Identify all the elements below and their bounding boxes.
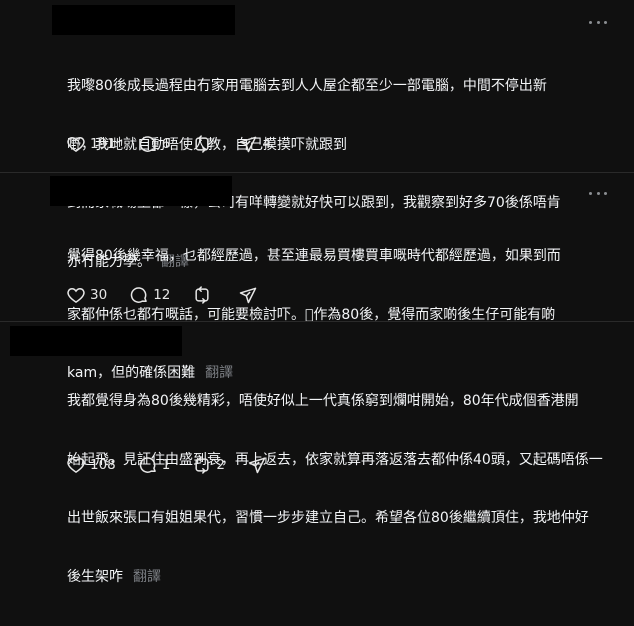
comment-icon: [139, 457, 156, 473]
like-count: 30: [90, 287, 108, 303]
heart-icon: [67, 287, 85, 303]
redacted-author: [10, 326, 182, 356]
post-line: 我都覺得身為80後幾精彩，唔使好似上一代真係窮到爛咁開始，80年代成個香港開: [67, 393, 579, 409]
reply-button[interactable]: 1: [138, 455, 171, 475]
comment-icon: [130, 287, 148, 303]
share-button[interactable]: [238, 285, 262, 305]
like-button[interactable]: 30: [66, 285, 107, 305]
reply-count: 12: [153, 287, 171, 303]
action-bar: 191 6 4: [66, 134, 293, 154]
repost-button[interactable]: [192, 134, 216, 154]
more-icon[interactable]: [589, 16, 607, 28]
share-count: 4: [262, 136, 271, 152]
post-2: 覺得80後幾幸福，乜都經歷過，甚至連最易買樓買車嘅時代都經歷過，如果到而 家都仲…: [0, 173, 634, 381]
share-button[interactable]: [247, 455, 271, 475]
heart-icon: [67, 136, 85, 152]
post-1: 我嚟80後成長過程由冇家用電腦去到人人屋企都至少一部電腦，中間不停出新 嘢，我哋…: [0, 0, 634, 270]
send-icon: [248, 457, 266, 474]
like-count: 191: [90, 136, 116, 152]
action-bar: 108 1 2: [66, 455, 293, 475]
post-line: 覺得80後幾幸福，乜都經歷過，甚至連最易買樓買車嘅時代都經歷過，如果到而: [67, 248, 561, 264]
more-icon[interactable]: [589, 187, 607, 199]
comment-icon: [139, 136, 156, 152]
reply-button[interactable]: 12: [129, 285, 170, 305]
post-line: 出世飯來張口有姐姐果代，習慣一步步建立自己。希望各位80後繼續頂住，我地仲好: [67, 510, 589, 526]
like-button[interactable]: 108: [66, 455, 116, 475]
post-line: 我嚟80後成長過程由冇家用電腦去到人人屋企都至少一部電腦，中間不停出新: [67, 78, 547, 94]
reply-button[interactable]: 6: [138, 134, 171, 154]
post-3: 我都覺得身為80後幾精彩，唔使好似上一代真係窮到爛咁開始，80年代成個香港開 始…: [0, 322, 634, 585]
like-count: 108: [90, 457, 116, 473]
translate-link[interactable]: 翻譯: [133, 569, 161, 585]
reply-count: 6: [161, 136, 171, 152]
heart-icon: [67, 457, 85, 473]
repost-count: 2: [216, 457, 225, 473]
repost-icon: [195, 135, 209, 153]
post-body: 我都覺得身為80後幾精彩，唔使好似上一代真係窮到爛咁開始，80年代成個香港開 始…: [67, 353, 627, 626]
action-bar: 30 12: [66, 285, 284, 305]
reply-count: 1: [161, 457, 171, 473]
redacted-author: [52, 5, 235, 35]
repost-icon: [195, 456, 209, 474]
share-button[interactable]: 4: [238, 134, 271, 154]
repost-button[interactable]: [192, 285, 216, 305]
repost-button[interactable]: 2: [192, 455, 225, 475]
redacted-author: [50, 176, 232, 206]
like-button[interactable]: 191: [66, 134, 116, 154]
send-icon: [240, 287, 257, 304]
repost-icon: [195, 286, 209, 304]
send-icon: [240, 136, 257, 153]
post-line: 後生架咋: [67, 568, 123, 585]
